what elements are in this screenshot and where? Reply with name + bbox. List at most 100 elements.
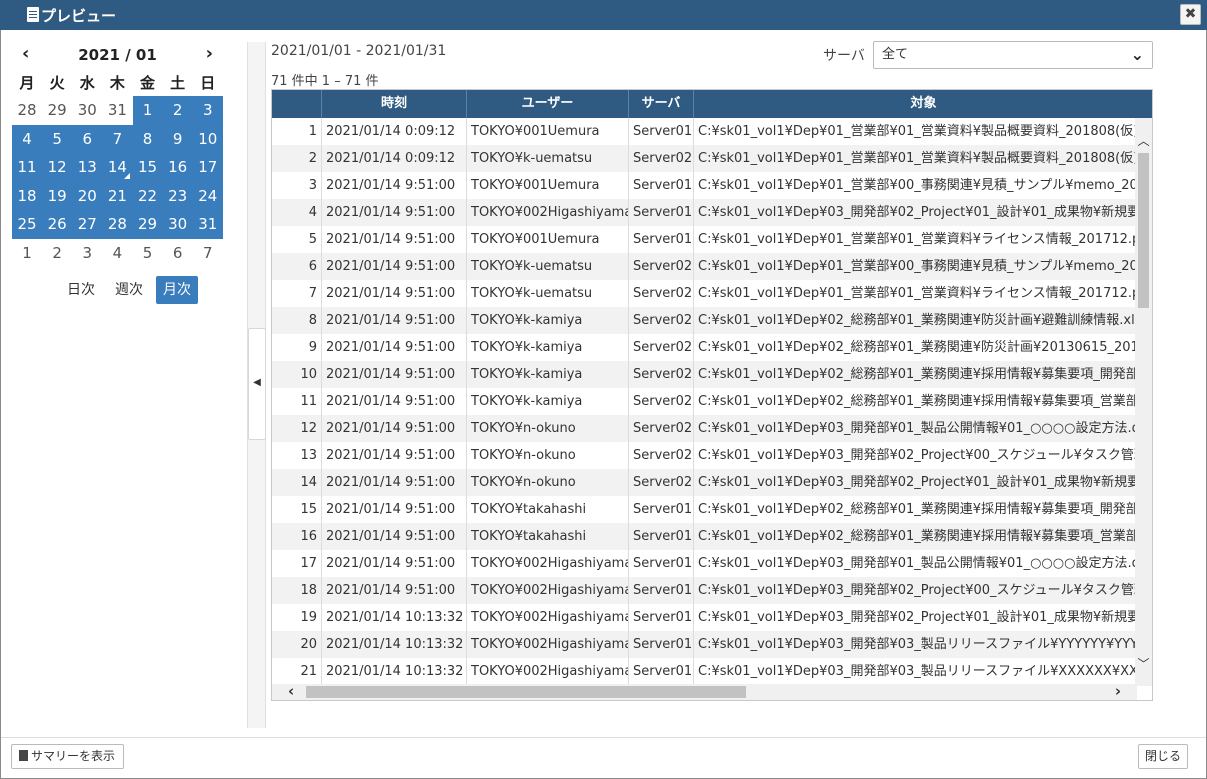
calendar-day[interactable]: 3 [192,96,223,125]
calendar-day[interactable]: 24 [192,181,223,210]
calendar-day[interactable]: 4 [12,124,43,153]
horizontal-scroll-thumb[interactable] [306,686,746,698]
calendar-day[interactable]: 29 [132,210,163,239]
row-number: 18 [272,577,322,604]
column-header[interactable]: ユーザー [467,90,629,118]
calendar-day[interactable]: 15 [132,153,163,182]
calendar-day[interactable]: 23 [162,181,193,210]
time-cell: 2021/01/14 9:51:00 [322,280,467,307]
vertical-scrollbar[interactable]: ︿ ﹀ [1135,118,1152,686]
scroll-down-icon[interactable]: ﹀ [1135,655,1152,672]
table-row[interactable]: 17 2021/01/14 9:51:00 TOKYO¥002Higashiyama… [272,550,1137,577]
calendar-day[interactable]: 6 [163,239,193,268]
column-header[interactable]: 対象 [694,90,1152,118]
table-row[interactable]: 14 2021/01/14 9:51:00 TOKYO¥n-okuno Server0… [272,469,1137,496]
calendar-day[interactable]: 7 [102,124,133,153]
calendar-day[interactable]: 30 [162,210,193,239]
collapse-panel-button[interactable]: ◀ [248,328,266,440]
calendar-day[interactable]: 29 [42,96,72,125]
table-row[interactable]: 10 2021/01/14 9:51:00 TOKYO¥k-kamiya Server… [272,361,1137,388]
calendar-day[interactable]: 28 [102,210,133,239]
table-header: 時刻 ユーザー サーバ 対象 [272,90,1152,118]
calendar-day[interactable]: 8 [132,124,163,153]
column-header[interactable]: サーバ [629,90,694,118]
calendar-day[interactable]: 2 [162,96,193,125]
calendar-day[interactable]: 31 [192,210,223,239]
target-cell: C:¥sk01_vol1¥Dep¥03_開発部¥03_製品リリースファイル¥YY… [694,631,1137,658]
table-row[interactable]: 6 2021/01/14 9:51:00 TOKYO¥k-uematsu Server… [272,253,1137,280]
calendar-day[interactable]: 20 [72,181,103,210]
calendar-day[interactable]: 2 [42,239,72,268]
calendar-day[interactable]: 4 [102,239,132,268]
time-cell: 2021/01/14 9:51:00 [322,442,467,469]
next-month-button[interactable]: › [206,45,213,63]
view-tab[interactable]: 日次 [60,276,102,304]
server-cell: Server02 [629,280,694,307]
calendar-day[interactable]: 17 [192,153,223,182]
view-tab[interactable]: 週次 [108,276,150,304]
calendar-day[interactable]: 12 [42,153,73,182]
weekday-label: 火 [49,74,65,92]
table-row[interactable]: 20 2021/01/14 10:13:32 TOKYO¥002Higashiyam… [272,631,1137,658]
calendar-day[interactable]: 22 [132,181,163,210]
column-header[interactable] [272,90,322,118]
table-row[interactable]: 8 2021/01/14 9:51:00 TOKYO¥k-kamiya Server0… [272,307,1137,334]
calendar-day[interactable]: 31 [102,96,132,125]
calendar-day[interactable]: 14 [102,153,133,182]
calendar-day[interactable]: 9 [162,124,193,153]
calendar-day[interactable]: 25 [12,210,43,239]
show-summary-button[interactable]: サマリーを表示 [11,744,125,769]
calendar-day[interactable]: 21 [102,181,133,210]
calendar-day[interactable]: 28 [12,96,42,125]
window-close-button[interactable]: ✖ [1180,4,1201,25]
user-cell: TOKYO¥k-uematsu [467,280,629,307]
calendar-day[interactable]: 16 [162,153,193,182]
column-header[interactable]: 時刻 [322,90,467,118]
table-row[interactable]: 15 2021/01/14 9:51:00 TOKYO¥takahashi Serve… [272,496,1137,523]
close-button[interactable]: 閉じる [1138,744,1188,769]
horizontal-scrollbar[interactable]: ‹ › [272,682,1137,700]
calendar-day[interactable]: 19 [42,181,73,210]
calendar-day[interactable]: 27 [72,210,103,239]
table-row[interactable]: 9 2021/01/14 9:51:00 TOKYO¥k-kamiya Server0… [272,334,1137,361]
table-row[interactable]: 21 2021/01/14 10:13:32 TOKYO¥002Higashiyam… [272,658,1137,685]
calendar-day[interactable]: 13 [72,153,103,182]
table-row[interactable]: 16 2021/01/14 9:51:00 TOKYO¥takahashi Serve… [272,523,1137,550]
server-filter-select[interactable]: 全て ⌄ [873,41,1153,69]
calendar-day[interactable]: 11 [12,153,43,182]
table-row[interactable]: 11 2021/01/14 9:51:00 TOKYO¥k-kamiya Server… [272,388,1137,415]
calendar-day[interactable]: 7 [193,239,223,268]
calendar-day[interactable]: 3 [72,239,102,268]
table-row[interactable]: 3 2021/01/14 9:51:00 TOKYO¥001Uemura Server… [272,172,1137,199]
table-row[interactable]: 18 2021/01/14 9:51:00 TOKYO¥002Higashiyama… [272,577,1137,604]
table-row[interactable]: 5 2021/01/14 9:51:00 TOKYO¥001Uemura Server… [272,226,1137,253]
calendar-day[interactable]: 30 [72,96,102,125]
user-cell: TOKYO¥002Higashiyama [467,604,629,631]
scroll-up-icon[interactable]: ︿ [1135,132,1152,149]
calendar-day[interactable]: 5 [42,124,73,153]
scroll-left-icon[interactable]: ‹ [288,682,294,700]
weekday-label: 日 [200,74,216,92]
table-row[interactable]: 4 2021/01/14 9:51:00 TOKYO¥002Higashiyama S… [272,199,1137,226]
view-tab[interactable]: 月次 [156,276,198,304]
calendar-day[interactable]: 6 [72,124,103,153]
scroll-right-icon[interactable]: › [1115,682,1121,700]
time-cell: 2021/01/14 10:13:32 [322,604,467,631]
table-row[interactable]: 2 2021/01/14 0:09:12 TOKYO¥k-uematsu Server… [272,145,1137,172]
calendar-day[interactable]: 5 [133,239,163,268]
calendar-day[interactable]: 1 [12,239,42,268]
calendar-day[interactable]: 26 [42,210,73,239]
table-row[interactable]: 7 2021/01/14 9:51:00 TOKYO¥k-uematsu Server… [272,280,1137,307]
table-row[interactable]: 19 2021/01/14 10:13:32 TOKYO¥002Higashiyam… [272,604,1137,631]
calendar-day[interactable]: 10 [192,124,223,153]
file-icon [19,750,28,761]
target-cell: C:¥sk01_vol1¥Dep¥03_開発部¥03_製品リリースファイル¥XX… [694,658,1137,685]
vertical-scroll-thumb[interactable] [1138,153,1149,308]
table-row[interactable]: 13 2021/01/14 9:51:00 TOKYO¥n-okuno Server0… [272,442,1137,469]
server-cell: Server02 [629,415,694,442]
calendar-day[interactable]: 1 [132,96,163,125]
table-row[interactable]: 1 2021/01/14 0:09:12 TOKYO¥001Uemura Server… [272,118,1137,145]
table-row[interactable]: 12 2021/01/14 9:51:00 TOKYO¥n-okuno Server0… [272,415,1137,442]
server-cell: Server01 [629,658,694,685]
calendar-day[interactable]: 18 [12,181,43,210]
